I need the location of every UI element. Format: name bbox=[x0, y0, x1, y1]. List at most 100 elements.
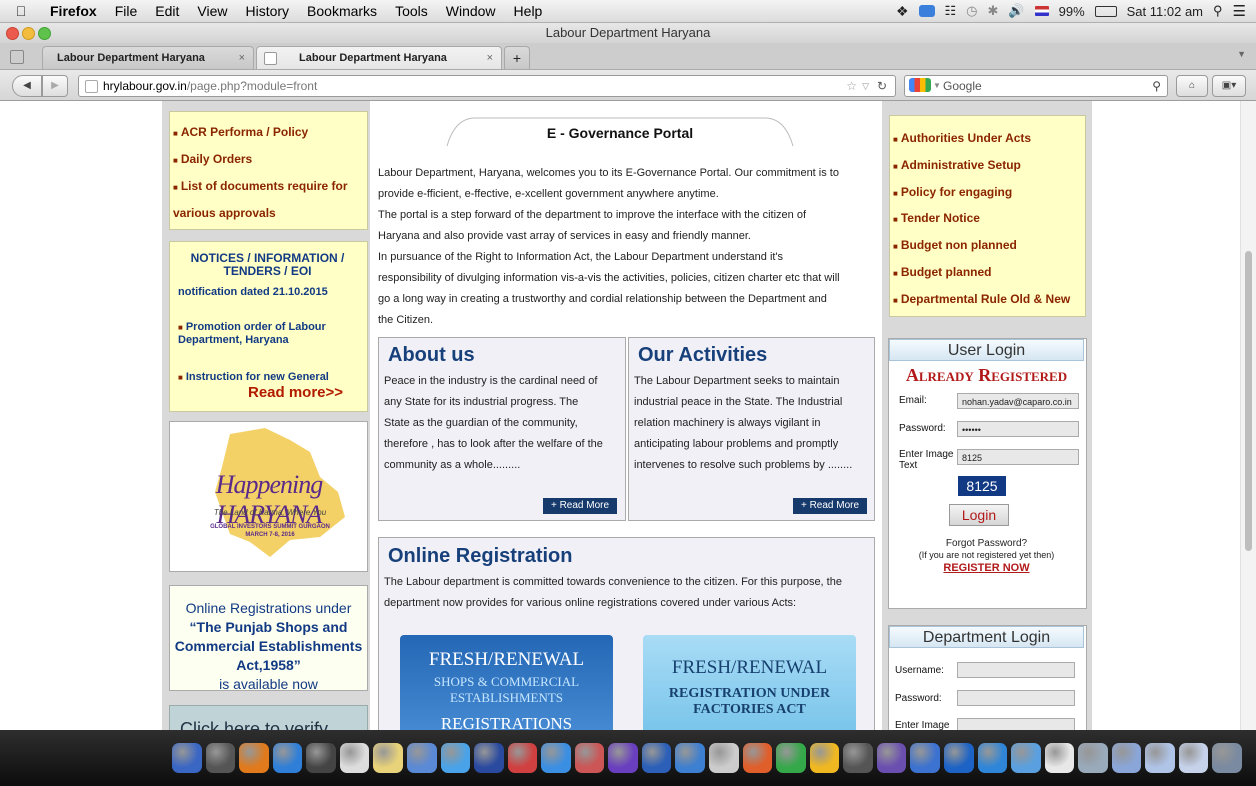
dock-app-icon[interactable] bbox=[474, 743, 504, 773]
url-bar[interactable]: hrylabour.gov.in/page.php?module=front ☆… bbox=[78, 75, 896, 97]
email-field[interactable]: nohan.yadav@caparo.co.in bbox=[957, 393, 1079, 409]
tab-labour-1[interactable]: Labour Department Haryana × bbox=[42, 46, 254, 69]
dock-app-icon[interactable] bbox=[1178, 743, 1209, 773]
close-tab-icon[interactable]: × bbox=[487, 47, 493, 69]
notices-read-more-link[interactable]: Read more>> bbox=[248, 384, 343, 401]
zoom-window-button[interactable] bbox=[38, 27, 51, 40]
minimize-window-button[interactable] bbox=[22, 27, 35, 40]
clock[interactable]: Sat 11:02 am bbox=[1127, 4, 1203, 19]
notice-promotion-order[interactable]: ■ Promotion order of Labour Department, H… bbox=[178, 321, 358, 347]
forward-button[interactable]: ▶ bbox=[42, 75, 68, 97]
dock-app-icon[interactable] bbox=[742, 743, 773, 773]
tab-groups-icon[interactable] bbox=[10, 50, 24, 64]
link-list-of-documents[interactable]: ■ List of documents require for bbox=[173, 179, 348, 193]
dock-app-icon[interactable] bbox=[608, 743, 638, 773]
bookmark-star-icon[interactable]: ☆ bbox=[846, 76, 857, 96]
menu-file[interactable]: File bbox=[115, 3, 138, 19]
menu-history[interactable]: History bbox=[245, 3, 289, 19]
search-bar[interactable]: ▼ Google ⚲ bbox=[904, 75, 1168, 97]
bluetooth-icon[interactable]: ✱ bbox=[988, 3, 999, 19]
menu-edit[interactable]: Edit bbox=[155, 3, 179, 19]
link-budget-non-planned[interactable]: ■ Budget non planned bbox=[893, 238, 1017, 252]
dock-app-icon[interactable] bbox=[272, 743, 303, 773]
link-various-approvals[interactable]: various approvals bbox=[173, 206, 276, 220]
search-icon[interactable]: ⚲ bbox=[1152, 76, 1161, 96]
dock-app-icon[interactable] bbox=[507, 743, 538, 773]
battery-icon[interactable] bbox=[1094, 5, 1117, 17]
left-cut-banner[interactable]: Click here to verify bbox=[169, 705, 368, 730]
menu-view[interactable]: View bbox=[197, 3, 227, 19]
reload-icon[interactable]: ↻ bbox=[877, 76, 887, 96]
dock-app-icon[interactable] bbox=[977, 743, 1008, 773]
search-engine-chevron-icon[interactable]: ▼ bbox=[933, 76, 941, 96]
new-tab-button[interactable]: + bbox=[504, 46, 530, 69]
dock-app-icon[interactable] bbox=[943, 743, 974, 773]
dock-app-icon[interactable] bbox=[843, 743, 873, 773]
menu-bookmarks[interactable]: Bookmarks bbox=[307, 3, 377, 19]
dock-app-icon[interactable] bbox=[1145, 743, 1175, 773]
notice-instruction-general[interactable]: ■ Instruction for new General bbox=[178, 371, 358, 384]
dock-app-icon[interactable] bbox=[440, 743, 471, 773]
url-dropdown-icon[interactable]: ▽ bbox=[862, 76, 869, 96]
image-text-field[interactable]: 8125 bbox=[957, 449, 1079, 465]
dock-app-icon[interactable] bbox=[373, 743, 403, 773]
dept-password-field[interactable] bbox=[957, 690, 1075, 706]
link-daily-orders[interactable]: ■ Daily Orders bbox=[173, 152, 252, 166]
us-flag-icon[interactable] bbox=[1034, 6, 1049, 16]
login-button[interactable]: Login bbox=[949, 504, 1009, 526]
link-departmental-rule[interactable]: ■ Departmental Rule Old & New bbox=[893, 292, 1070, 306]
site-identity-icon[interactable] bbox=[85, 80, 98, 93]
link-tender-notice[interactable]: ■ Tender Notice bbox=[893, 211, 980, 225]
close-window-button[interactable] bbox=[6, 27, 19, 40]
dock-app-icon[interactable] bbox=[339, 743, 370, 773]
menu-help[interactable]: Help bbox=[514, 3, 543, 19]
link-budget-planned[interactable]: ■ Budget planned bbox=[893, 265, 992, 279]
dock-app-icon[interactable] bbox=[205, 743, 236, 773]
link-policy-for-engaging[interactable]: ■ Policy for engaging bbox=[893, 185, 1012, 199]
notification-center-icon[interactable]: ☰ bbox=[1233, 2, 1246, 20]
dock-app-icon[interactable] bbox=[641, 743, 672, 773]
dock-app-icon[interactable] bbox=[1078, 743, 1108, 773]
register-now-link[interactable]: REGISTER NOW bbox=[889, 562, 1084, 574]
menu-window[interactable]: Window bbox=[446, 3, 496, 19]
about-read-more-button[interactable]: + Read More bbox=[543, 498, 617, 514]
wifi-icon[interactable]: ☷ bbox=[945, 3, 957, 19]
dock-app-icon[interactable] bbox=[1044, 743, 1075, 773]
happening-haryana-banner[interactable]: Happening HARYANA The Land of Karma, Whe… bbox=[169, 421, 368, 572]
password-field[interactable]: •••••• bbox=[957, 421, 1079, 437]
dock-app-icon[interactable] bbox=[910, 743, 940, 773]
shops-act-notice[interactable]: Online Registrations under “The Punjab S… bbox=[169, 585, 368, 692]
dock-app-icon[interactable] bbox=[809, 743, 840, 773]
back-button[interactable]: ◀ bbox=[12, 75, 42, 97]
dock-app-icon[interactable] bbox=[239, 743, 269, 773]
dock-app-icon[interactable] bbox=[1212, 743, 1242, 773]
tab-labour-2[interactable]: Labour Department Haryana × bbox=[256, 46, 502, 69]
home-button[interactable]: ⌂ bbox=[1176, 75, 1208, 97]
dock-app-icon[interactable] bbox=[172, 743, 202, 773]
menu-app-name[interactable]: Firefox bbox=[50, 3, 97, 19]
toolbar-extension-button[interactable]: ▣▾ bbox=[1212, 75, 1246, 97]
dock-app-icon[interactable] bbox=[406, 743, 437, 773]
dock-app-icon[interactable] bbox=[306, 743, 336, 773]
google-engine-icon[interactable] bbox=[909, 78, 931, 92]
menu-tools[interactable]: Tools bbox=[395, 3, 428, 19]
close-tab-icon[interactable]: × bbox=[239, 47, 245, 69]
scrollbar-thumb[interactable] bbox=[1245, 251, 1252, 551]
battery-percent[interactable]: 99% bbox=[1059, 4, 1085, 19]
time-machine-icon[interactable]: ◷ bbox=[966, 3, 977, 19]
activities-read-more-button[interactable]: + Read More bbox=[793, 498, 867, 514]
link-administrative-setup[interactable]: ■ Administrative Setup bbox=[893, 158, 1021, 172]
factories-registration-card[interactable]: FRESH/RENEWAL REGISTRATION UNDER FACTORI… bbox=[643, 635, 856, 730]
username-field[interactable] bbox=[957, 662, 1075, 678]
forgot-password-link[interactable]: Forgot Password? bbox=[889, 538, 1084, 549]
volume-icon[interactable]: 🔊 bbox=[1008, 3, 1024, 19]
link-acr-performa[interactable]: ■ ACR Performa / Policy bbox=[173, 125, 308, 139]
spotlight-icon[interactable]: ⚲ bbox=[1213, 3, 1223, 19]
shops-registration-card[interactable]: FRESH/RENEWAL SHOPS & COMMERCIAL ESTABLI… bbox=[400, 635, 613, 730]
app-tray-icon[interactable] bbox=[918, 5, 935, 17]
dock-app-icon[interactable] bbox=[1011, 743, 1041, 773]
dock-app-icon[interactable] bbox=[776, 743, 806, 773]
dock-app-icon[interactable] bbox=[675, 743, 705, 773]
apple-icon[interactable]:  bbox=[10, 3, 32, 19]
dock-app-icon[interactable] bbox=[1111, 743, 1142, 773]
